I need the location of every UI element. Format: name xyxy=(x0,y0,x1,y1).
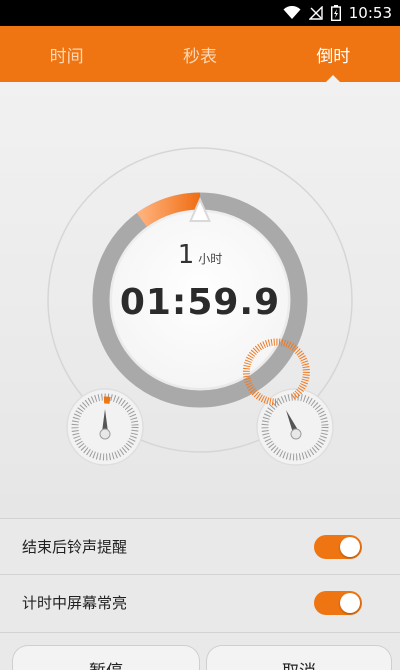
settings-list: 结束后铃声提醒 计时中屏幕常亮 xyxy=(0,518,400,630)
status-bar: 10:53 xyxy=(0,0,400,26)
hours-value: 1 xyxy=(177,240,195,270)
setting-ring-on-finish: 结束后铃声提醒 xyxy=(0,518,400,574)
tab-stopwatch[interactable]: 秒表 xyxy=(133,26,266,82)
ring-on-finish-toggle[interactable] xyxy=(314,534,362,559)
toggle-knob xyxy=(340,536,360,557)
wifi-icon xyxy=(283,6,301,19)
setting-label: 结束后铃声提醒 xyxy=(22,538,128,556)
hours-unit: 小时 xyxy=(198,252,223,266)
countdown-panel: 1 小时 01:59.9 xyxy=(0,82,400,518)
cancel-button-label: 取消 xyxy=(282,657,316,670)
tab-label: 秒表 xyxy=(182,46,217,67)
status-time: 10:53 xyxy=(348,4,392,22)
active-tab-indicator xyxy=(326,75,341,82)
pause-button-label: 暂停 xyxy=(89,657,123,670)
tab-label: 时间 xyxy=(49,46,84,67)
action-bar: 暂停 取消 xyxy=(0,632,400,670)
cancel-button[interactable]: 取消 xyxy=(206,645,392,670)
minute-subdial xyxy=(66,388,144,466)
countdown-time: 01:59.9 xyxy=(119,282,281,323)
status-icons: 10:53 xyxy=(283,3,392,23)
battery-icon xyxy=(330,5,341,21)
no-signal-icon xyxy=(308,6,323,20)
setting-label: 计时中屏幕常亮 xyxy=(22,594,128,612)
tab-label: 倒时 xyxy=(316,46,351,67)
keep-screen-on-toggle[interactable] xyxy=(314,590,362,615)
toggle-knob xyxy=(340,592,360,613)
hours-readout: 1 小时 xyxy=(0,240,400,270)
pause-button[interactable]: 暂停 xyxy=(12,645,200,670)
setting-keep-screen-on: 计时中屏幕常亮 xyxy=(0,574,400,630)
tab-countdown[interactable]: 倒时 xyxy=(267,26,400,82)
tab-clock[interactable]: 时间 xyxy=(0,26,133,82)
tab-bar: 时间 秒表 倒时 xyxy=(0,26,400,82)
